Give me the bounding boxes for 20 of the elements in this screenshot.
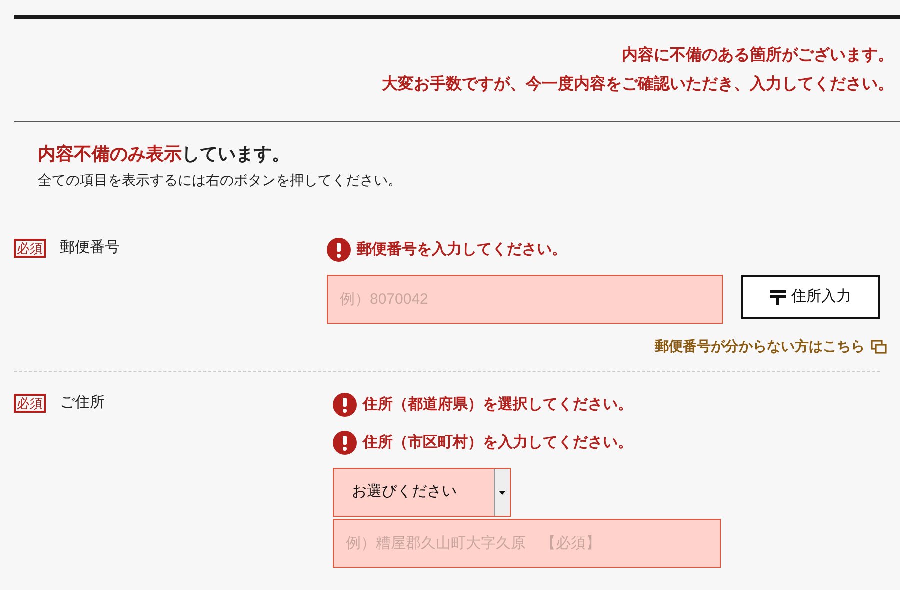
- error-message: 大変お手数ですが、今一度内容をご確認いただき、入力してください。: [382, 74, 894, 95]
- error-message: 内容に不備のある箇所がございます。: [622, 45, 894, 66]
- external-window-icon: [871, 340, 887, 354]
- dropdown-caret-icon: [499, 490, 506, 494]
- field-label: 郵便番号: [60, 238, 120, 258]
- error-message: 郵便番号を入力してください。: [357, 240, 567, 260]
- postal-mark-icon: [770, 289, 786, 305]
- field-label: ご住所: [60, 393, 105, 413]
- error-icon: [327, 238, 351, 262]
- filter-hint: 全ての項目を表示するには右のボタンを押してください。: [38, 171, 402, 190]
- error-icon: [333, 393, 357, 417]
- filter-heading: 内容不備のみ表示しています。: [38, 143, 290, 166]
- error-message: 住所（都道府県）を選択してください。: [363, 394, 633, 415]
- address-lookup-button[interactable]: 住所入力: [741, 275, 880, 319]
- required-badge: 必須: [14, 394, 46, 413]
- prefecture-select[interactable]: お選びください: [333, 468, 511, 517]
- error-message: 住所（市区町村）を入力してください。: [363, 432, 633, 453]
- postcode-search-link[interactable]: 郵便番号が分からない方はこちら: [655, 336, 865, 357]
- required-badge: 必須: [14, 239, 46, 258]
- error-icon: [333, 431, 357, 455]
